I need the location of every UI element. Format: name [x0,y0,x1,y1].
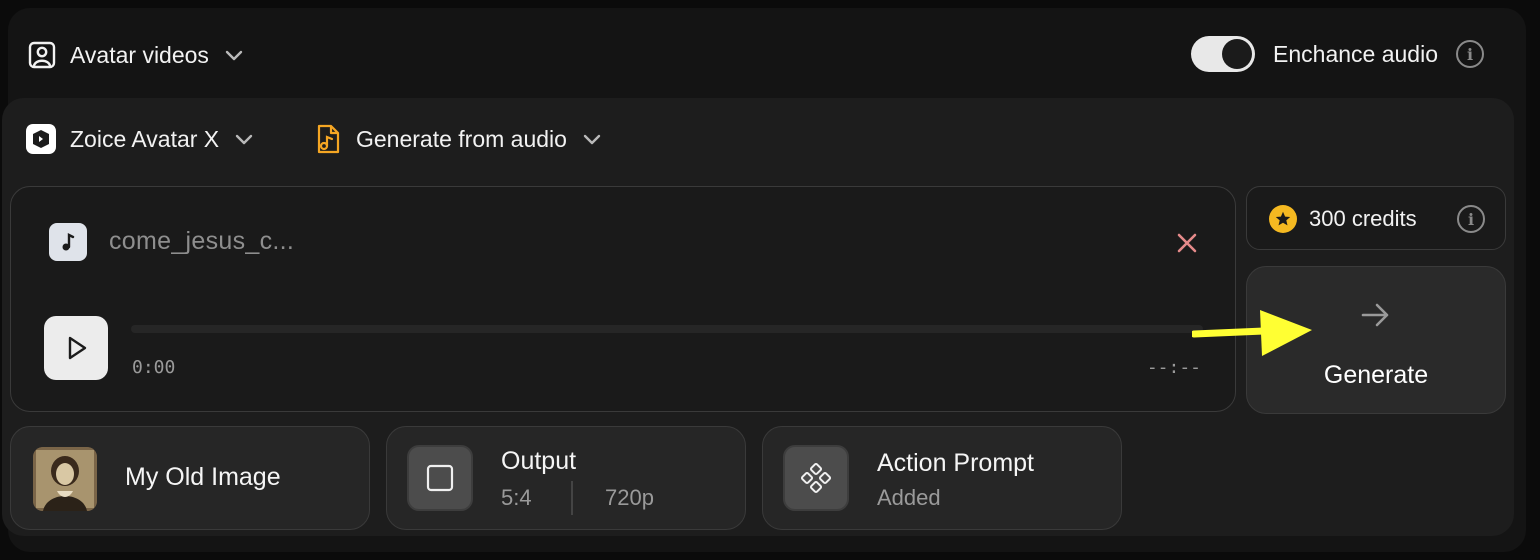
star-icon [1269,205,1297,233]
output-chip[interactable]: Output 5:4 720p [386,426,746,530]
user-square-icon [28,41,56,69]
chevron-down-icon [235,134,253,145]
enhance-audio-control: Enchance audio i [1191,35,1484,73]
image-chip-title: My Old Image [125,463,281,491]
audio-progress-track[interactable] [131,325,1203,333]
diamond-dots-icon [783,445,849,511]
action-prompt-status: Added [877,485,941,510]
square-icon [407,445,473,511]
audio-filename: come_jesus_c... [109,227,295,255]
annotation-arrow-icon [1192,310,1312,356]
action-prompt-title: Action Prompt [877,449,1035,477]
info-icon[interactable]: i [1456,40,1484,68]
divider [571,481,573,515]
play-icon [68,336,87,360]
info-icon[interactable]: i [1457,205,1485,233]
action-prompt-chip[interactable]: Action Prompt Added [762,426,1122,530]
model-dropdown[interactable]: Zoice Avatar X [26,120,255,158]
chevron-down-icon [225,50,243,61]
enhance-audio-label: Enchance audio [1273,40,1438,67]
audio-file-card: come_jesus_c... 0:00 --:-- [10,186,1236,412]
music-note-icon [49,223,87,261]
output-chip-title: Output [501,447,577,475]
music-file-icon [317,124,340,154]
enhance-audio-toggle[interactable] [1191,36,1256,72]
credits-badge: 300 credits i [1246,186,1506,250]
credits-label: 300 credits [1309,206,1417,231]
time-current: 0:00 [132,357,176,378]
model-name: Zoice Avatar X [70,125,220,152]
chevron-down-icon [583,134,601,145]
mode-dropdown[interactable]: Avatar videos [28,38,245,72]
source-dropdown[interactable]: Generate from audio [314,120,603,158]
close-icon[interactable] [1173,229,1201,257]
mode-label: Avatar videos [70,41,209,68]
output-ratio: 5:4 [501,485,532,510]
portrait-thumbnail [33,447,97,511]
source-label: Generate from audio [356,125,567,152]
arrow-right-icon [1361,303,1389,327]
zoice-logo-icon [26,124,56,154]
generate-label: Generate [1323,361,1429,389]
play-button[interactable] [44,316,108,380]
output-resolution: 720p [605,485,654,510]
image-chip[interactable]: My Old Image [10,426,370,530]
